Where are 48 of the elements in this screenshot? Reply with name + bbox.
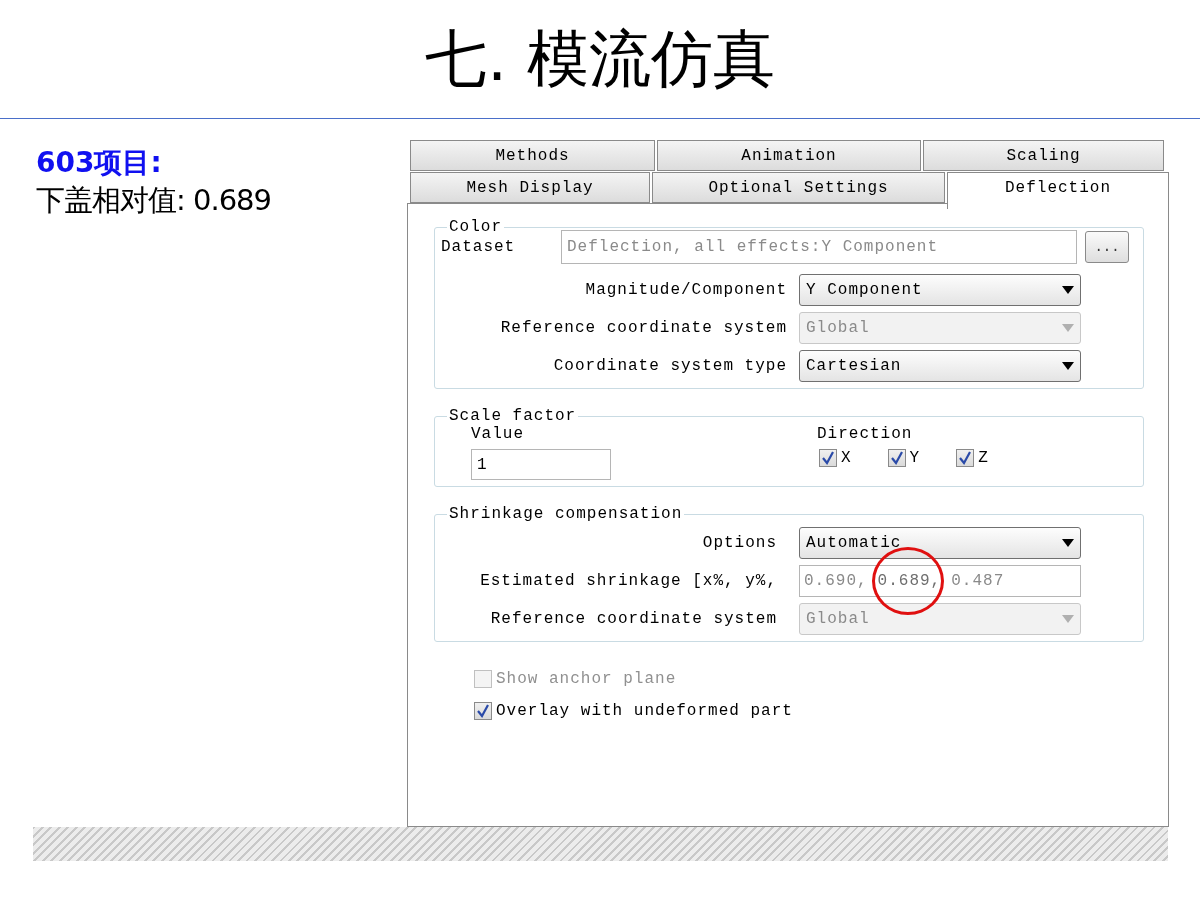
value-field[interactable]: 1 [471,449,611,480]
field-label: Value [471,425,525,443]
caret-icon [1062,286,1074,294]
field-label: Direction [817,425,914,443]
caret-icon [1062,539,1074,547]
checkbox-label: Overlay with undeformed part [496,702,793,720]
checkmark-icon [889,451,904,465]
group-title: Shrinkage compensation [448,505,684,523]
field-label: Dataset [441,238,517,256]
caret-icon [1062,615,1074,623]
checkbox[interactable] [819,449,837,467]
checkbox-label: Y [909,449,921,467]
checkbox-label: Z [978,449,989,467]
checkmark-icon [958,451,973,465]
note-heading: 603项目: [36,145,163,181]
dropdown[interactable]: Y Component [799,274,1081,306]
tab[interactable]: Optional Settings [652,172,945,203]
shrinkage-value: 0.689, [877,572,942,590]
field-label: Options [701,534,777,552]
checkbox[interactable] [887,449,906,467]
field-label: Magnitude/Component [584,281,787,299]
tab[interactable]: Scaling [923,140,1164,171]
shrinkage-value: 0.690, [804,572,868,590]
field-label: Reference coordinate system [489,610,777,628]
caret-icon [1062,362,1074,370]
slide-title: 七. 模流仿真 [424,21,776,97]
shrinkage-value: 0.487 [951,572,1005,590]
field-label: Coordinate system type [552,357,787,375]
group-title: Color [448,218,503,236]
group-title: Scale factor [448,407,578,425]
checkbox[interactable] [474,702,492,720]
checkmark-icon [476,704,490,718]
field-label: Reference coordinate system [499,319,787,337]
shrinkage-field[interactable]: 0.690, 0.689, 0.487 [799,565,1081,597]
note-text: 下盖相对值: 0.689 [36,182,272,219]
tab[interactable]: Deflection [947,172,1169,209]
dropdown[interactable]: Automatic [799,527,1081,559]
dropdown[interactable]: Cartesian [799,350,1081,382]
checkbox-label: Show anchor plane [496,670,677,688]
tab[interactable]: Mesh Display [410,172,650,203]
checkmark-icon [821,451,835,465]
checkbox[interactable] [956,449,975,467]
caret-icon [1062,324,1074,332]
browse-button[interactable]: ... [1085,231,1129,263]
checkbox-label: X [841,449,852,467]
tab[interactable]: Animation [657,140,921,171]
tab[interactable]: Methods [410,140,655,171]
field-label: Estimated shrinkage [x%, y%, [479,572,777,590]
